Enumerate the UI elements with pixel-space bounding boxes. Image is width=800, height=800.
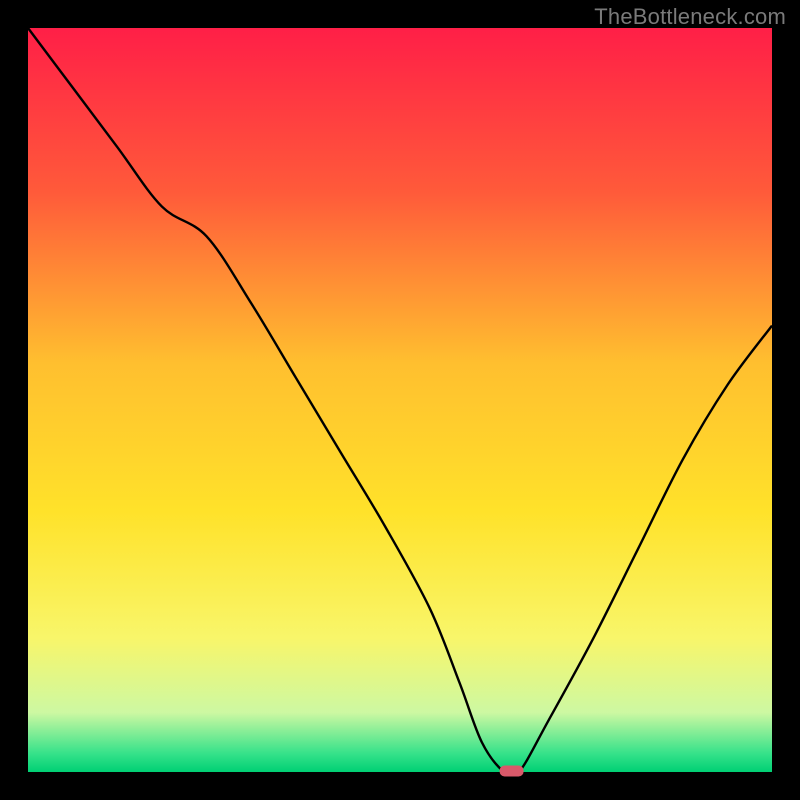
optimal-point-marker — [500, 766, 524, 777]
bottleneck-chart — [0, 0, 800, 800]
watermark-text: TheBottleneck.com — [594, 4, 786, 30]
chart-container: { "watermark": "TheBottleneck.com", "cha… — [0, 0, 800, 800]
plot-background — [28, 28, 772, 772]
